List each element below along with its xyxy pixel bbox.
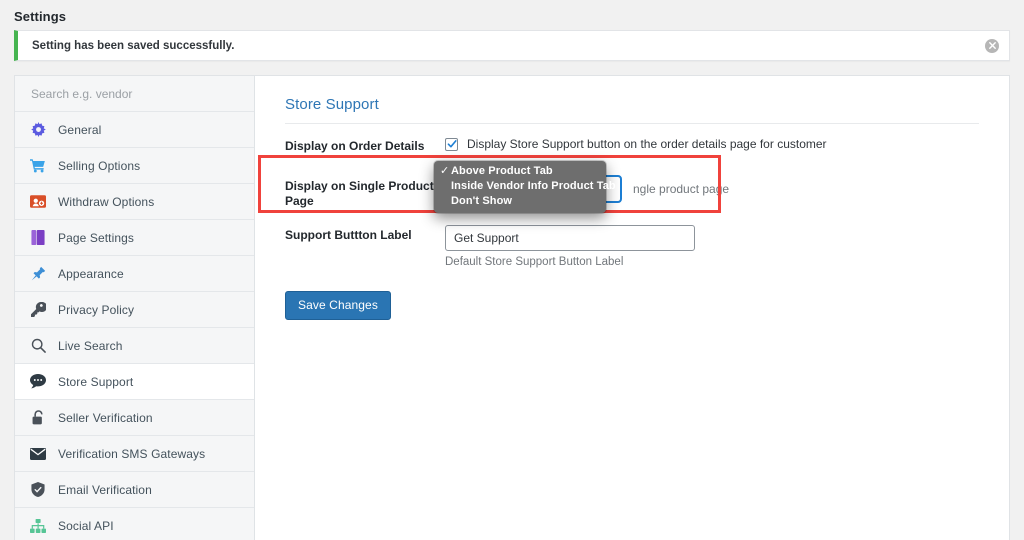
chat-bubble-icon xyxy=(29,373,47,391)
sidebar-item-seller-verification[interactable]: Seller Verification xyxy=(15,400,254,436)
field-row-support-button-label: Support Buttton Label Default Store Supp… xyxy=(285,225,979,268)
sidebar-item-label: Store Support xyxy=(58,374,134,389)
sidebar-item-label: Selling Options xyxy=(58,158,141,173)
page-title: Settings xyxy=(14,9,67,24)
envelope-icon xyxy=(29,445,47,463)
field-body: Display Store Support button on the orde… xyxy=(445,136,979,151)
sidebar-item-label: Withdraw Options xyxy=(58,194,155,209)
dropdown-option-inside-vendor-info-product-tab[interactable]: Inside Vendor Info Product Tab xyxy=(434,179,616,193)
search-input[interactable] xyxy=(29,85,240,102)
sidebar-item-label: General xyxy=(58,122,102,137)
checkmark-icon: ✓ xyxy=(440,164,450,177)
sidebar-item-privacy-policy[interactable]: Privacy Policy xyxy=(15,292,254,328)
sidebar-item-selling-options[interactable]: Selling Options xyxy=(15,148,254,184)
shield-icon xyxy=(29,481,47,499)
field-row-order-details: Display on Order Details Display Store S… xyxy=(285,136,979,162)
field-label: Display on Single Product Page xyxy=(285,179,434,208)
notice-message: Setting has been saved successfully. xyxy=(32,39,235,52)
sidebar-item-general[interactable]: General xyxy=(15,112,254,148)
key-icon xyxy=(29,301,47,319)
single-product-select-dropdown[interactable]: ✓ Above Product Tab Inside Vendor Info P… xyxy=(434,161,616,213)
sidebar-item-store-support[interactable]: Store Support xyxy=(15,364,254,400)
sidebar-item-appearance[interactable]: Appearance xyxy=(15,256,254,292)
dropdown-option-label: Above Product Tab xyxy=(451,165,553,177)
field-body: Default Store Support Button Label xyxy=(445,225,979,268)
pushpin-icon xyxy=(29,265,47,283)
sitemap-icon xyxy=(29,517,47,535)
sidebar-item-verification-sms-gateways[interactable]: Verification SMS Gateways xyxy=(15,436,254,472)
sidebar-item-label: Social API xyxy=(58,518,114,533)
save-row: Save Changes xyxy=(285,277,979,320)
sidebar-item-label: Privacy Policy xyxy=(58,302,135,317)
select-help-text: ngle product page xyxy=(633,182,730,196)
sidebar-item-withdraw-options[interactable]: Withdraw Options xyxy=(15,184,254,220)
settings-panel: General Selling Options xyxy=(14,75,1010,540)
sidebar-item-label: Verification SMS Gateways xyxy=(58,446,206,461)
settings-content: Store Support Display on Order Details D… xyxy=(255,76,1009,540)
withdraw-icon xyxy=(29,193,47,211)
dropdown-option-dont-show[interactable]: Don't Show xyxy=(434,194,606,208)
dropdown-option-above-product-tab[interactable]: ✓ Above Product Tab xyxy=(434,164,606,178)
settings-sidebar: General Selling Options xyxy=(15,76,255,540)
sidebar-item-label: Live Search xyxy=(58,338,123,353)
sidebar-item-label: Appearance xyxy=(58,266,124,281)
page-header: Settings xyxy=(0,0,1024,30)
sidebar-search-row[interactable] xyxy=(15,76,254,112)
sidebar-item-label: Email Verification xyxy=(58,482,152,497)
settings-form: Display on Order Details Display Store S… xyxy=(255,124,1009,320)
shopping-cart-icon xyxy=(29,157,47,175)
gear-icon xyxy=(29,121,47,139)
book-icon xyxy=(29,229,47,247)
dropdown-option-label: Inside Vendor Info Product Tab xyxy=(451,180,616,192)
field-row-single-product-page: Display on Single Product Page ngle prod… xyxy=(285,175,979,209)
checkbox-label: Display Store Support button on the orde… xyxy=(467,137,827,151)
dropdown-option-label: Don't Show xyxy=(451,195,513,207)
sidebar-item-page-settings[interactable]: Page Settings xyxy=(15,220,254,256)
section-title: Store Support xyxy=(285,96,379,113)
search-icon xyxy=(29,337,47,355)
sidebar-item-live-search[interactable]: Live Search xyxy=(15,328,254,364)
sidebar-item-label: Seller Verification xyxy=(58,410,153,425)
success-notice: Setting has been saved successfully. xyxy=(14,30,1010,61)
sidebar-item-label: Page Settings xyxy=(58,230,135,245)
lock-icon xyxy=(29,409,47,427)
order-details-checkbox-line[interactable]: Display Store Support button on the orde… xyxy=(445,136,979,151)
sidebar-item-social-api[interactable]: Social API xyxy=(15,508,254,540)
support-button-label-input[interactable] xyxy=(445,225,695,251)
sidebar-item-email-verification[interactable]: Email Verification xyxy=(15,472,254,508)
field-label: Display on Order Details xyxy=(285,139,425,153)
save-changes-button[interactable]: Save Changes xyxy=(285,291,391,320)
support-button-label-help: Default Store Support Button Label xyxy=(445,256,624,268)
field-label: Support Buttton Label xyxy=(285,228,412,242)
section-header: Store Support xyxy=(285,96,979,124)
checkbox-checked-icon[interactable] xyxy=(445,137,458,151)
close-circle-icon[interactable] xyxy=(985,38,999,53)
